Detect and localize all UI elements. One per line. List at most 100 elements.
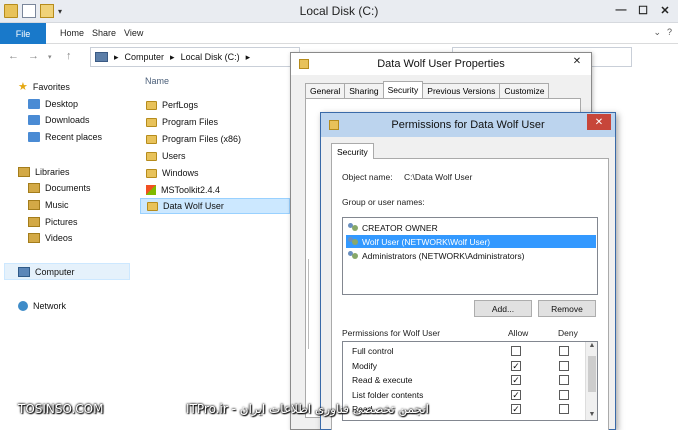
permission-row: Read & execute ✓: [343, 373, 585, 387]
window-title: Local Disk (C:): [299, 4, 379, 18]
address-separator-icon: ▸: [170, 51, 175, 62]
permission-name: Modify: [352, 360, 378, 371]
sidebar-item-downloads[interactable]: Downloads: [28, 115, 90, 125]
allow-checkbox[interactable]: ✓: [511, 360, 521, 371]
up-arrow-icon[interactable]: ↑: [66, 50, 72, 62]
group-user-list[interactable]: CREATOR OWNER Wolf User (NETWORK\Wolf Us…: [342, 217, 598, 295]
tab-previous-versions[interactable]: Previous Versions: [422, 83, 501, 98]
deny-checkbox[interactable]: [559, 375, 569, 385]
sidebar-item-pictures[interactable]: Pictures: [28, 217, 78, 227]
application-icon: [146, 185, 156, 195]
file-item-data-wolf-user[interactable]: Data Wolf User: [140, 198, 290, 214]
tab-share[interactable]: Share: [92, 28, 116, 38]
sidebar-item-label: Music: [45, 200, 69, 210]
permissions-title-bar: Permissions for Data Wolf User ✕: [321, 113, 615, 137]
sidebar-item-videos[interactable]: Videos: [28, 233, 72, 243]
allow-checkbox[interactable]: ✓: [511, 375, 521, 385]
maximize-button[interactable]: ☐: [632, 0, 654, 20]
tab-sharing[interactable]: Sharing: [344, 83, 384, 98]
users-icon: [348, 251, 358, 260]
sidebar-item-network[interactable]: Network: [18, 301, 66, 311]
back-arrow-icon[interactable]: ←: [8, 50, 19, 62]
address-bar[interactable]: ▸ Computer ▸ Local Disk (C:) ▸: [90, 47, 300, 67]
breadcrumb-local-disk[interactable]: Local Disk (C:): [181, 52, 240, 62]
file-item-label: Data Wolf User: [163, 201, 224, 211]
scroll-down-icon[interactable]: ▼: [586, 411, 597, 420]
properties-tabs: General Sharing Security Previous Versio…: [305, 81, 550, 98]
tab-file[interactable]: File: [0, 23, 46, 44]
sidebar-item-music[interactable]: Music: [28, 200, 69, 210]
permissions-close-button[interactable]: ✕: [587, 114, 611, 130]
properties-close-button[interactable]: ✕: [569, 56, 585, 71]
allow-checkbox[interactable]: [511, 346, 521, 356]
sidebar-item-computer[interactable]: Computer: [18, 267, 75, 277]
allow-column-header: Allow: [508, 328, 529, 338]
sidebar-item-label: Pictures: [45, 217, 78, 227]
remove-button[interactable]: Remove: [538, 300, 596, 317]
network-icon: [18, 301, 28, 311]
group-names-label: Group or user names:: [342, 197, 425, 207]
tab-view[interactable]: View: [124, 28, 143, 38]
desktop-icon: [28, 99, 40, 109]
expand-ribbon-icon[interactable]: ⌄: [653, 27, 661, 38]
scroll-up-icon[interactable]: ▲: [586, 342, 597, 353]
user-item-label: Administrators (NETWORK\Administrators): [362, 250, 525, 261]
close-button[interactable]: ✕: [654, 0, 676, 20]
file-item-users[interactable]: Users: [140, 148, 290, 164]
file-item-perflogs[interactable]: PerfLogs: [140, 97, 290, 113]
column-header-name[interactable]: Name: [145, 76, 169, 86]
minimize-button[interactable]: —: [610, 0, 632, 20]
user-item-administrators[interactable]: Administrators (NETWORK\Administrators): [346, 249, 596, 262]
sidebar-item-label: Network: [33, 301, 67, 311]
sidebar-item-favorites[interactable]: ★ Favorites: [18, 81, 70, 93]
help-icon[interactable]: ?: [667, 27, 672, 38]
allow-checkbox[interactable]: ✓: [511, 389, 521, 400]
add-button[interactable]: Add...: [474, 300, 532, 317]
scroll-thumb[interactable]: [588, 356, 596, 392]
deny-checkbox[interactable]: [559, 346, 569, 356]
sidebar-item-desktop[interactable]: Desktop: [28, 99, 78, 109]
recent-locations-icon[interactable]: ▾: [48, 53, 52, 61]
permissions-scrollbar[interactable]: ▲ ▼: [585, 342, 597, 420]
sidebar-item-label: Favorites: [32, 82, 70, 92]
advanced-permissions-link[interactable]: [342, 425, 344, 430]
file-item-mstoolkit[interactable]: MSToolkit2.4.4: [140, 182, 290, 198]
address-separator-icon: ▸: [245, 51, 251, 62]
title-bar: ▾ Local Disk (C:) — ☐ ✕: [0, 0, 678, 23]
file-list: Name PerfLogs Program Files Program File…: [135, 72, 295, 430]
properties-title-bar: Data Wolf User Properties ✕: [291, 53, 591, 75]
file-item-windows[interactable]: Windows: [140, 165, 290, 181]
user-item-creator-owner[interactable]: CREATOR OWNER: [346, 221, 596, 234]
sidebar-item-documents[interactable]: Documents: [28, 183, 91, 193]
breadcrumb-computer[interactable]: Computer: [125, 52, 165, 62]
file-item-program-files[interactable]: Program Files: [140, 114, 290, 130]
sidebar-item-recent-places[interactable]: Recent places: [28, 132, 102, 142]
music-icon: [28, 200, 40, 210]
user-item-wolf-user[interactable]: Wolf User (NETWORK\Wolf User): [346, 235, 596, 248]
file-item-label: PerfLogs: [162, 100, 199, 110]
file-item-label: Users: [162, 151, 186, 161]
permission-row: Full control: [343, 344, 585, 358]
users-icon: [348, 223, 358, 232]
deny-checkbox[interactable]: [559, 389, 569, 400]
star-icon: ★: [18, 81, 28, 93]
user-icon: [348, 237, 358, 246]
tab-security[interactable]: Security: [331, 143, 374, 159]
tab-general[interactable]: General: [305, 83, 346, 98]
deny-checkbox[interactable]: [559, 360, 569, 371]
permission-name: Full control: [352, 346, 394, 356]
sidebar-item-label: Desktop: [45, 99, 79, 109]
deny-checkbox[interactable]: [559, 404, 569, 414]
watermark-center: ITPro.ir - انجمن تخصصی فناوری اطلاعات ای…: [186, 402, 429, 416]
tab-home[interactable]: Home: [60, 28, 84, 38]
computer-icon: [18, 267, 30, 277]
forward-arrow-icon[interactable]: →: [28, 50, 39, 62]
allow-checkbox[interactable]: ✓: [511, 404, 521, 414]
sidebar-item-libraries[interactable]: Libraries: [18, 167, 70, 177]
folder-icon: [146, 117, 157, 127]
file-item-program-files-x86[interactable]: Program Files (x86): [140, 131, 290, 147]
tab-security[interactable]: Security: [382, 81, 424, 98]
computer-icon: [95, 52, 108, 62]
tab-customize[interactable]: Customize: [499, 83, 550, 98]
permissions-for-label: Permissions for Wolf User: [342, 328, 441, 338]
